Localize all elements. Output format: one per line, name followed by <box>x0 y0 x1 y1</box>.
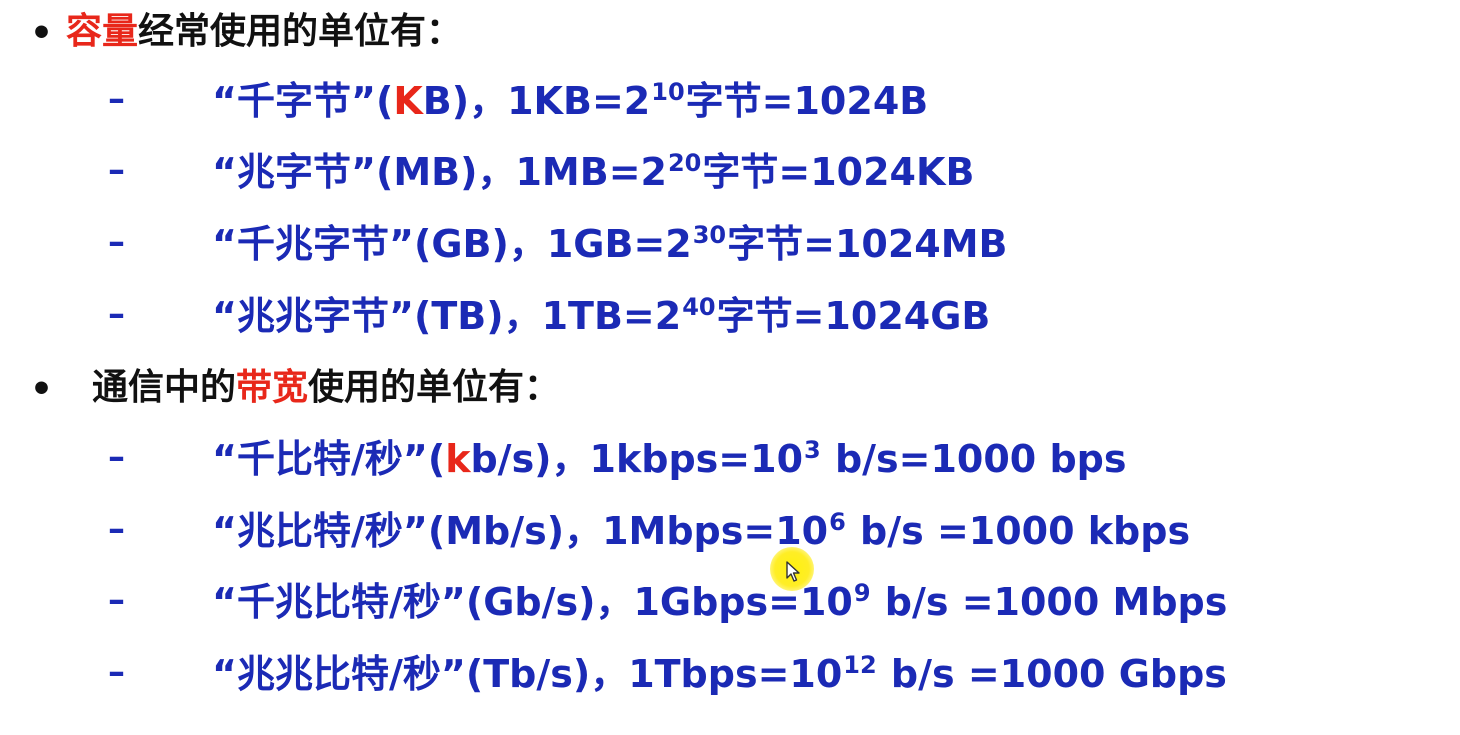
item-text: “兆兆字节”(TB)，1TB=240字节=1024GB <box>212 294 991 338</box>
dash-marker: – <box>108 652 125 692</box>
item-exponent: 9 <box>853 579 871 607</box>
bullet-marker: • <box>30 13 54 54</box>
dash-marker: – <box>108 437 125 477</box>
bullet-text: 容量经常使用的单位有： <box>66 14 462 50</box>
item-exponent: 12 <box>843 651 877 679</box>
item-formula: B)，1KB=2 <box>422 79 651 123</box>
cursor-arrow-icon <box>786 561 800 582</box>
item-exponent: 6 <box>829 508 846 536</box>
item-name: “千字节”( <box>212 79 394 123</box>
item-text: “兆比特/秒”(Mb/s)，1Mbps=106 b/s =1000 kbps <box>212 509 1191 553</box>
item-name: “兆兆比特/秒”( <box>212 652 484 696</box>
dash-marker: – <box>108 222 125 262</box>
bullet-marker: • <box>30 369 54 410</box>
item-unit-prefix: K <box>393 79 423 123</box>
item-exponent: 40 <box>682 293 716 321</box>
bullet-suffix: 经常使用的单位有： <box>138 11 463 52</box>
bullet-highlight: 带宽 <box>236 367 309 408</box>
item-exponent: 10 <box>651 78 685 106</box>
item-exponent: 30 <box>692 221 727 249</box>
item-exponent: 3 <box>804 436 821 464</box>
item-result: b/s =1000 Gbps <box>877 652 1227 696</box>
item-result: b/s =1000 Mbps <box>871 580 1228 624</box>
item-result: 字节=1024B <box>685 79 929 123</box>
item-result: b/s =1000 kbps <box>846 509 1191 553</box>
dash-marker: – <box>108 580 125 620</box>
item-formula: Tb/s)，1Tbps=10 <box>483 652 843 696</box>
bullet-highlight: 容量 <box>66 11 139 52</box>
item-formula: MB)，1MB=2 <box>393 150 667 194</box>
bullet-prefix: 通信中的 <box>92 367 237 408</box>
dash-marker: – <box>108 150 125 190</box>
item-text: “兆字节”(MB)，1MB=220字节=1024KB <box>212 150 975 194</box>
mouse-pointer-icon <box>770 547 814 591</box>
item-name: “千兆字节”( <box>212 222 432 266</box>
item-text: “千字节”(KB)，1KB=210字节=1024B <box>212 79 929 123</box>
item-unit-prefix: k <box>445 437 471 481</box>
item-name: “千比特/秒”( <box>212 437 446 481</box>
item-result: 字节=1024KB <box>702 150 975 194</box>
item-result: 字节=1024GB <box>716 294 991 338</box>
item-text: “兆兆比特/秒”(Tb/s)，1Tbps=1012 b/s =1000 Gbps <box>212 652 1227 696</box>
item-formula: b/s)，1kbps=10 <box>470 437 804 481</box>
item-name: “兆比特/秒”( <box>212 509 446 553</box>
dash-marker: – <box>108 509 125 549</box>
item-text: “千兆字节”(GB)，1GB=230字节=1024MB <box>212 222 1008 266</box>
item-name: “兆字节”( <box>212 150 394 194</box>
item-formula: Mb/s)，1Mbps=10 <box>445 509 829 553</box>
bullet-suffix: 使用的单位有： <box>308 367 561 408</box>
item-result: 字节=1024MB <box>727 222 1008 266</box>
item-text: “千比特/秒”(kb/s)，1kbps=103 b/s=1000 bps <box>212 437 1127 481</box>
item-text: “千兆比特/秒”(Gb/s)，1Gbps=109 b/s =1000 Mbps <box>212 580 1228 624</box>
dash-marker: – <box>108 294 125 334</box>
item-exponent: 20 <box>667 149 702 177</box>
item-formula: GB)，1GB=2 <box>431 222 692 266</box>
item-result: b/s=1000 bps <box>821 437 1127 481</box>
item-formula: TB)，1TB=2 <box>431 294 682 338</box>
item-name: “千兆比特/秒”( <box>212 580 484 624</box>
dash-marker: – <box>108 79 125 119</box>
item-name: “兆兆字节”( <box>212 294 432 338</box>
bullet-text: 通信中的带宽使用的单位有： <box>92 370 560 406</box>
slide: • 容量经常使用的单位有： – “千字节”(KB)，1KB=210字节=1024… <box>0 0 1460 735</box>
